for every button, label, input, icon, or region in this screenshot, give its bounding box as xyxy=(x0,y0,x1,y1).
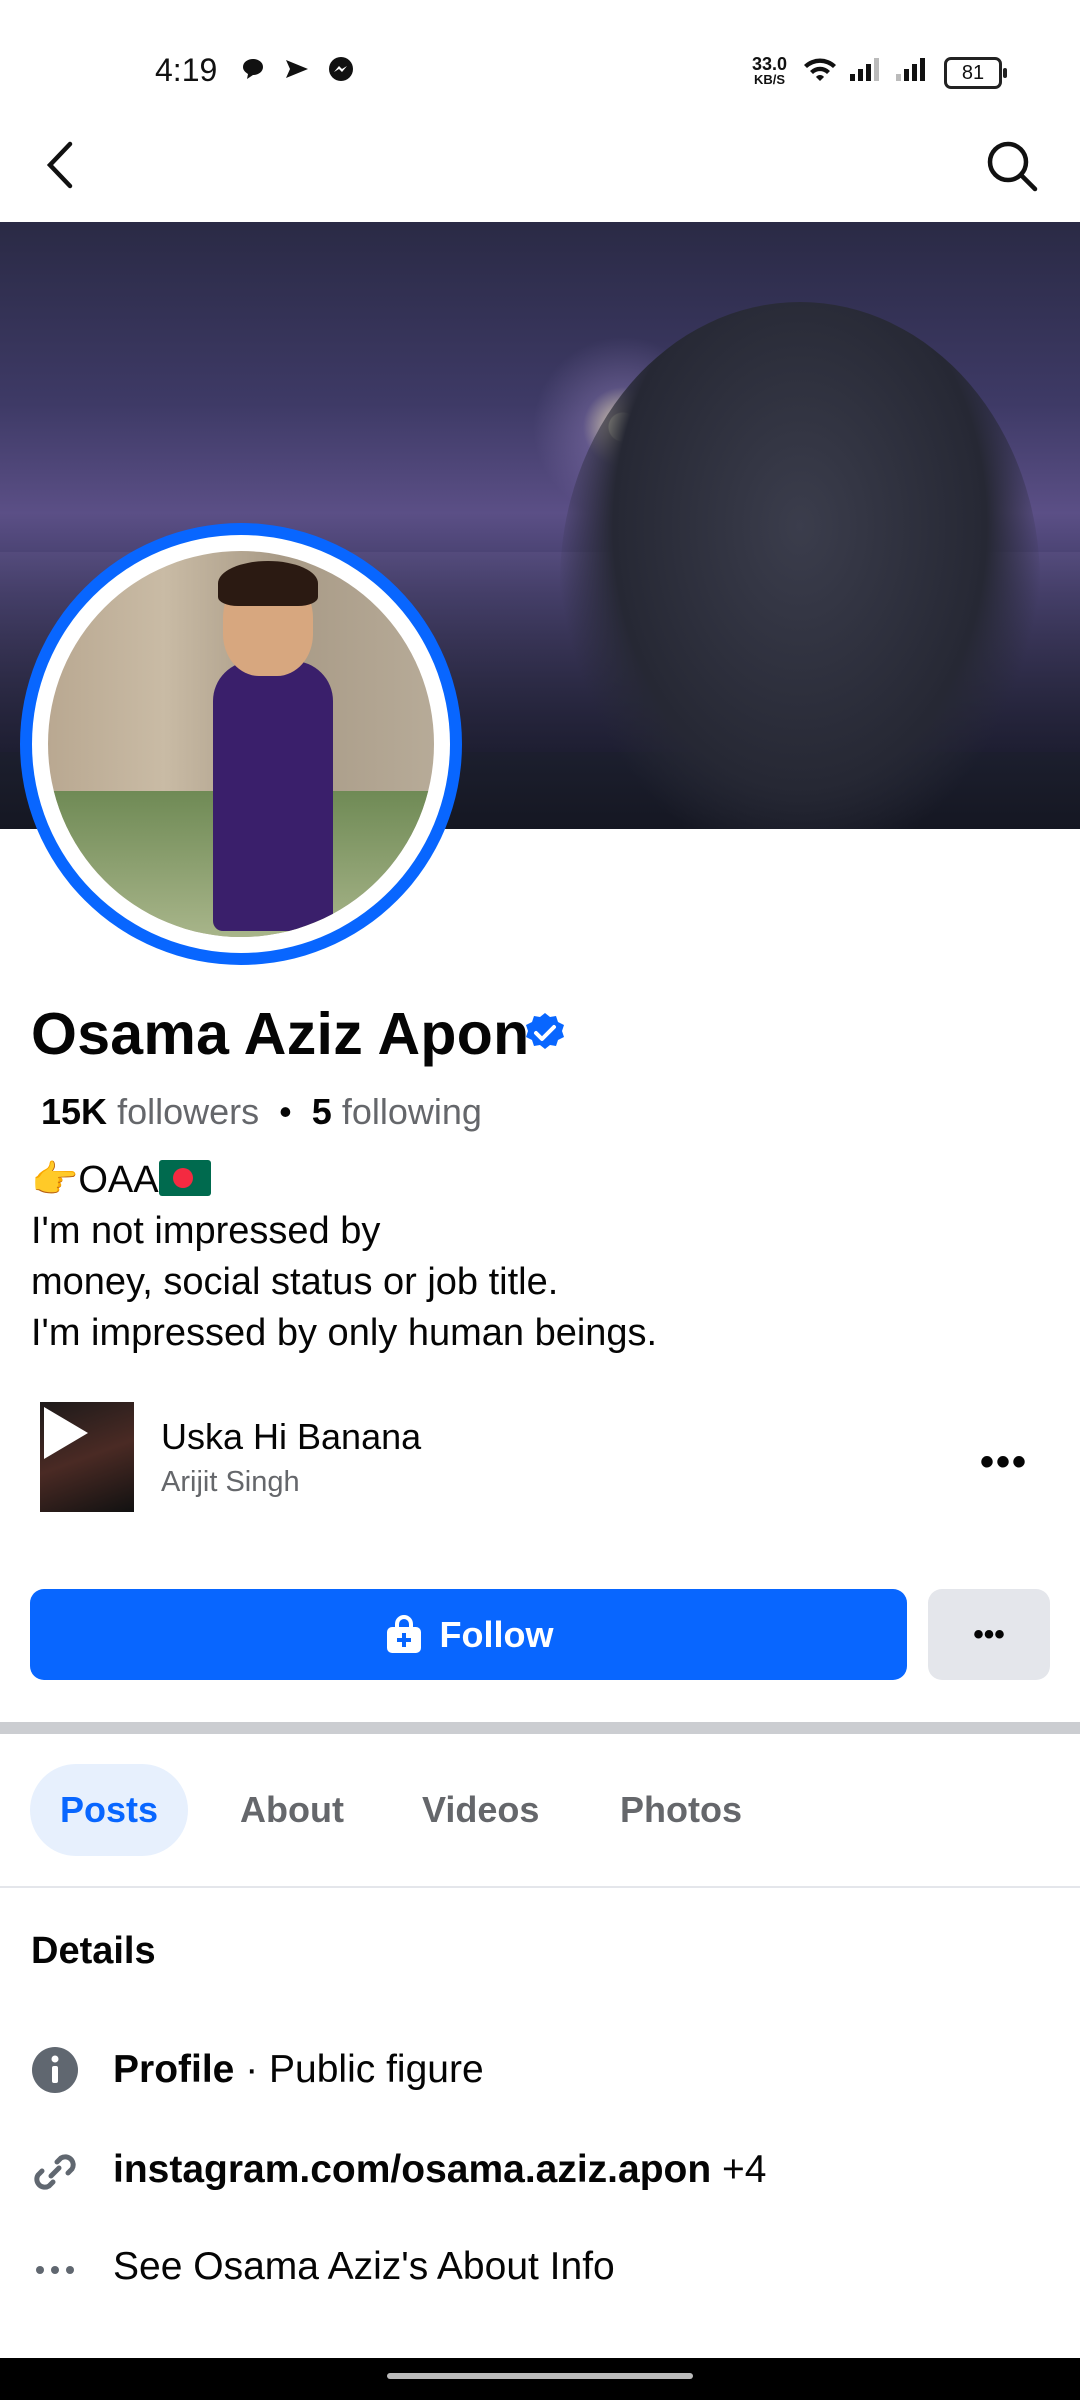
details-profile-value: · Public figure xyxy=(234,2048,484,2091)
search-icon[interactable] xyxy=(984,138,1040,194)
bio-line-1: 👉OAA xyxy=(31,1155,657,1206)
system-nav-bar xyxy=(0,2358,1080,2400)
section-divider xyxy=(0,1722,1080,1734)
cover-person-silhouette xyxy=(560,302,1040,829)
link-icon xyxy=(34,2154,76,2190)
more-dots-icon xyxy=(36,2266,74,2274)
tab-photos[interactable]: Photos xyxy=(590,1764,772,1856)
music-artist: Arijit Singh xyxy=(161,1466,300,1498)
followers-label[interactable]: followers xyxy=(117,1091,259,1132)
details-title: Details xyxy=(31,1930,156,1972)
following-count[interactable]: 5 xyxy=(312,1091,332,1132)
tab-videos[interactable]: Videos xyxy=(392,1764,569,1856)
pointing-hand-emoji-icon: 👉 xyxy=(31,1159,79,1201)
avatar[interactable] xyxy=(48,551,434,937)
profile-name: Osama Aziz Apon xyxy=(31,1001,530,1067)
avatar-person-hair xyxy=(218,561,318,606)
bio-line-4: I'm impressed by only human beings. xyxy=(31,1312,658,1354)
instagram-link[interactable]: instagram.com/osama.aziz.apon xyxy=(113,2148,711,2191)
bio-line-1-text: OAA xyxy=(78,1159,159,1201)
send-arrow-icon xyxy=(286,60,308,78)
wifi-icon xyxy=(804,58,836,81)
play-icon[interactable] xyxy=(44,1407,88,1459)
verified-badge-icon xyxy=(526,1013,564,1049)
follow-button[interactable]: Follow xyxy=(30,1589,907,1680)
battery-indicator: 81 xyxy=(944,57,1007,89)
followers-count[interactable]: 15K xyxy=(41,1091,107,1132)
bangladesh-flag-icon xyxy=(158,1160,211,1196)
following-label[interactable]: following xyxy=(342,1091,482,1132)
tab-about[interactable]: About xyxy=(210,1764,374,1856)
avatar-person-body xyxy=(213,661,333,931)
signal-icon-2 xyxy=(896,58,925,81)
profile-bio: 👉OAA I'm not impressed by money, social … xyxy=(31,1155,657,1359)
back-arrow-icon[interactable] xyxy=(40,140,80,190)
details-profile-label: Profile xyxy=(113,2048,235,2091)
follow-user-icon xyxy=(386,1614,421,1653)
chat-bubble-icon xyxy=(243,59,263,79)
bio-line-3: money, social status or job title. xyxy=(31,1261,559,1303)
details-profile-row: Profile · Public figure xyxy=(113,2048,484,2092)
status-time: 4:19 xyxy=(155,52,218,88)
tabs-divider xyxy=(0,1886,1080,1888)
messenger-icon xyxy=(329,57,353,81)
home-gesture-pill[interactable] xyxy=(387,2373,693,2379)
info-icon xyxy=(32,2047,78,2093)
tab-posts[interactable]: Posts xyxy=(30,1764,189,1856)
follow-stats: 15K followers • 5 following xyxy=(41,1091,482,1133)
details-link-row[interactable]: instagram.com/osama.aziz.apon +4 xyxy=(113,2148,767,2192)
net-speed: 33.0 KB/S xyxy=(752,54,788,87)
bio-line-2: I'm not impressed by xyxy=(31,1210,381,1252)
see-about-info-link[interactable]: See Osama Aziz's About Info xyxy=(113,2245,615,2289)
status-bar: 4:19 33.0 KB/S 81 xyxy=(0,0,1080,140)
profile-more-button[interactable]: ••• xyxy=(928,1589,1050,1680)
music-song-title[interactable]: Uska Hi Banana xyxy=(161,1416,421,1458)
stats-separator: • xyxy=(279,1091,292,1132)
music-album-art[interactable] xyxy=(40,1402,134,1512)
more-links-count[interactable]: +4 xyxy=(711,2148,766,2191)
signal-icon-1 xyxy=(850,58,879,81)
music-more-button[interactable]: ••• xyxy=(980,1440,1028,1485)
follow-button-label: Follow xyxy=(439,1613,554,1655)
